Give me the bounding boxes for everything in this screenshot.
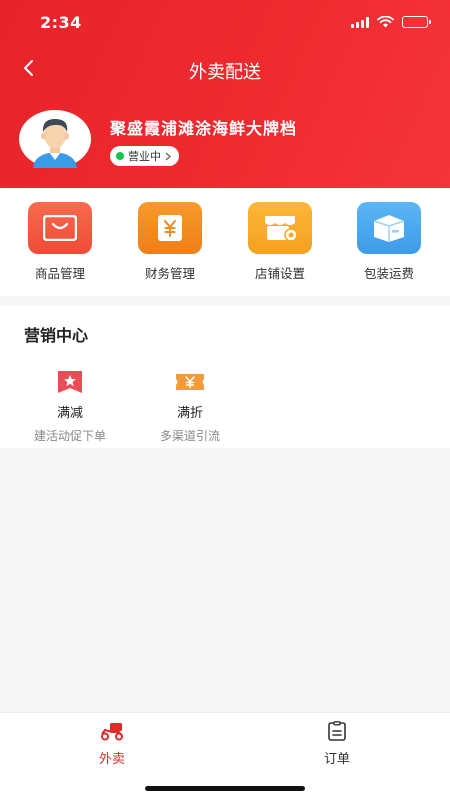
- business-status-label: 营业中: [128, 150, 161, 163]
- store-avatar[interactable]: [19, 110, 91, 168]
- marketing-item-desc: 建活动促下单: [33, 429, 106, 443]
- tab-label: 外卖: [98, 752, 125, 767]
- tab-label: 订单: [323, 752, 350, 767]
- quick-action-label: 商品管理: [34, 266, 85, 281]
- package-box-icon: [357, 202, 421, 254]
- yen-coupon-icon: [176, 374, 204, 390]
- quick-actions: 商品管理 财务管理 店铺设置 包装运费: [0, 188, 450, 296]
- delivery-scooter-icon: [101, 723, 123, 741]
- wallet-yen-icon: [138, 202, 202, 254]
- full-discount-button[interactable]: 满折 多渠道引流: [135, 370, 245, 444]
- status-time: 2:34: [40, 13, 82, 32]
- store-settings-button[interactable]: 店铺设置: [235, 202, 325, 282]
- store-name: 聚盛霞浦滩涂海鲜大牌档: [110, 119, 298, 138]
- packaging-fee-button[interactable]: 包装运费: [344, 202, 434, 282]
- clipboard-icon: [328, 721, 346, 741]
- marketing-center: 营销中心 满减 建活动促下单 满折 多渠道引流: [0, 306, 450, 448]
- cellular-signal-icon: [351, 16, 369, 28]
- star-flag-icon: [58, 371, 82, 393]
- quick-action-label: 财务管理: [144, 266, 195, 281]
- store-settings-icon: [248, 202, 312, 254]
- shopping-bag-icon: [28, 202, 92, 254]
- section-title: 营销中心: [24, 326, 89, 345]
- battery-icon: [402, 16, 431, 28]
- product-management-button[interactable]: 商品管理: [15, 202, 105, 282]
- marketing-item-desc: 多渠道引流: [159, 429, 220, 443]
- status-dot-icon: [116, 152, 124, 160]
- store-header: 2:34 外卖配送 聚盛霞浦滩涂海鲜大牌档 营业中: [0, 0, 450, 188]
- tab-takeout[interactable]: 外卖: [52, 721, 172, 767]
- marketing-item-name: 满减: [56, 406, 83, 421]
- status-bar: 2:34: [0, 0, 450, 44]
- wifi-icon: [377, 16, 394, 28]
- chevron-right-icon: [165, 152, 171, 160]
- home-indicator: [145, 786, 305, 791]
- quick-action-label: 店铺设置: [254, 266, 305, 281]
- finance-management-button[interactable]: 财务管理: [125, 202, 215, 282]
- business-status-badge[interactable]: 营业中: [110, 146, 179, 166]
- status-icons: [351, 16, 431, 28]
- full-reduction-button[interactable]: 满减 建活动促下单: [15, 370, 125, 444]
- marketing-item-name: 满折: [176, 406, 203, 421]
- quick-action-label: 包装运费: [363, 266, 414, 281]
- tab-orders[interactable]: 订单: [277, 721, 397, 767]
- page-title: 外卖配送: [189, 62, 261, 83]
